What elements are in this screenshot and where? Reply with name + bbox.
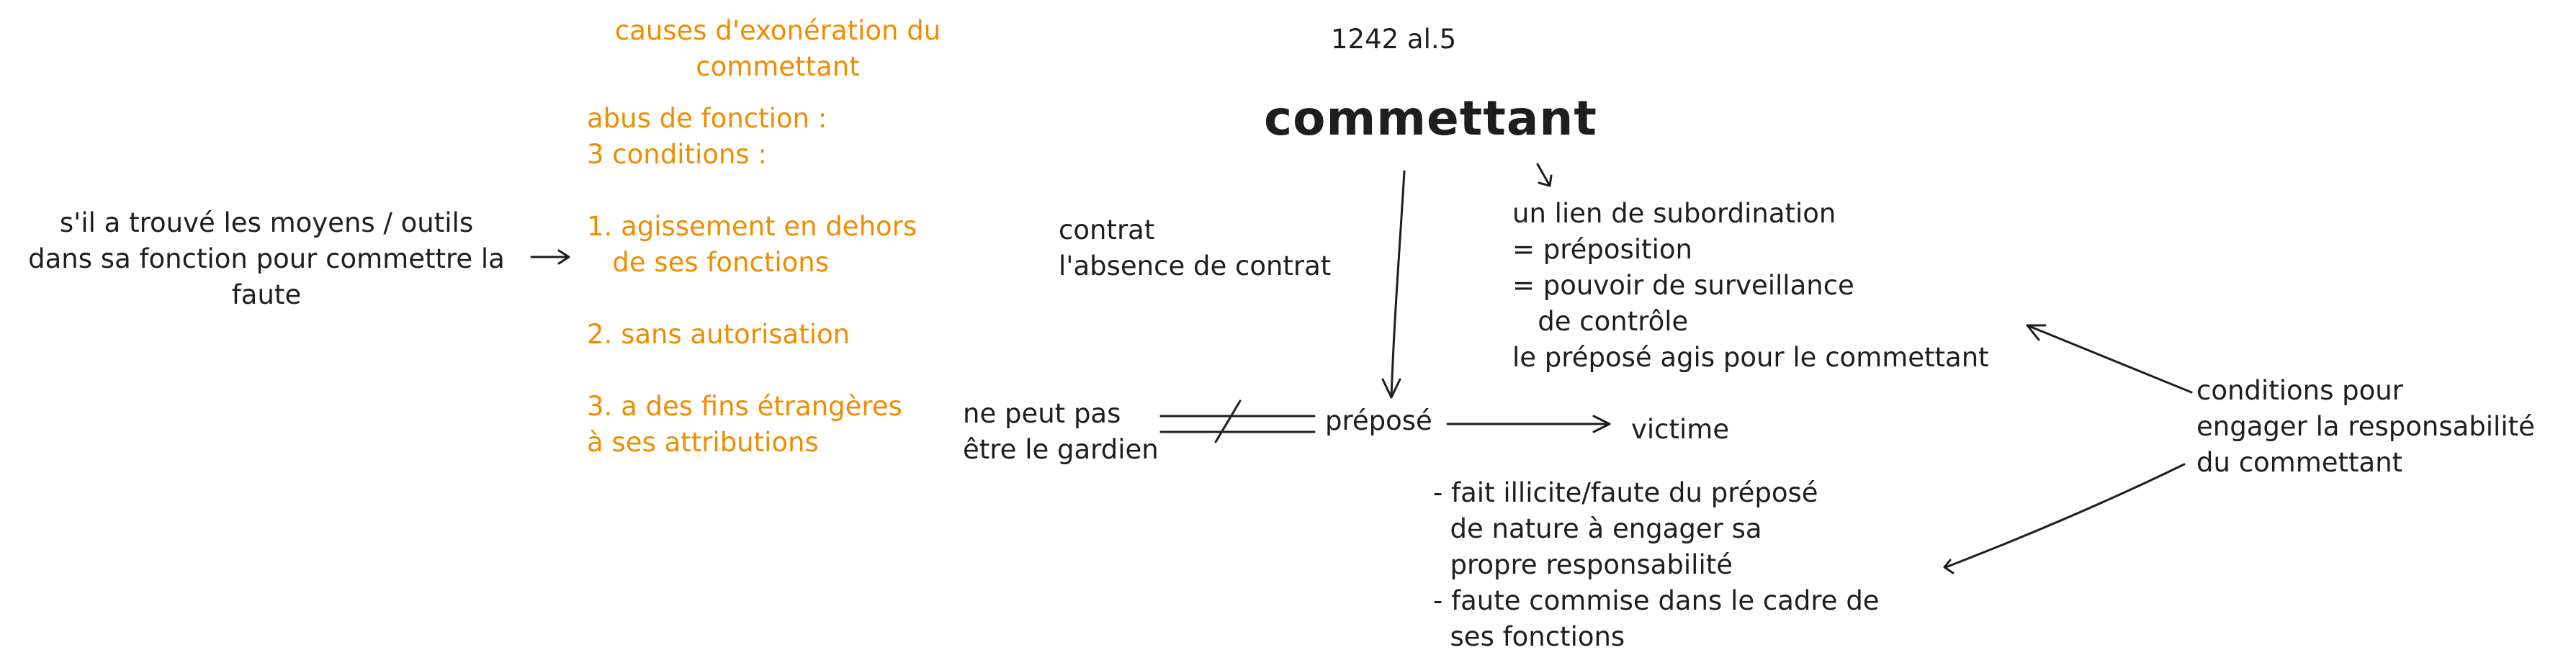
arrow-left-note-to-conditions <box>530 249 570 265</box>
connector-layer <box>530 163 2193 574</box>
arrow-conditions-to-faute <box>1943 463 2186 574</box>
crossed-link-gardien <box>1159 400 1316 443</box>
arrow-conditions-to-subordination <box>2026 324 2193 394</box>
arrow-prepose-to-victime <box>1446 415 1611 433</box>
arrow-commettant-to-subordination <box>1536 163 1553 187</box>
arrow-commettant-to-prepose <box>1381 170 1406 399</box>
